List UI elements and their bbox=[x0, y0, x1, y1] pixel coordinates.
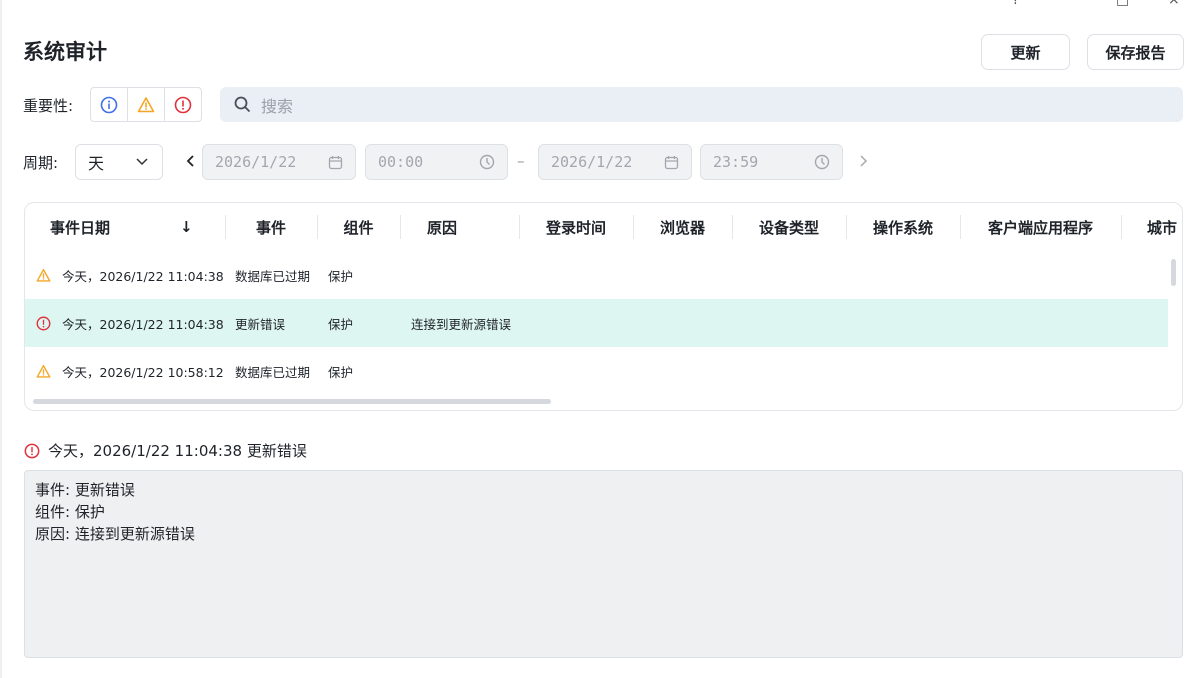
calendar-icon bbox=[664, 155, 679, 169]
table-row[interactable]: 今天，2026/1/22 10:58:12 数据库已过期 保护 bbox=[25, 347, 1168, 395]
column-header-browser[interactable]: 浏览器 bbox=[633, 203, 732, 251]
error-icon bbox=[24, 443, 40, 458]
close-button[interactable]: × bbox=[1168, 0, 1180, 8]
info-icon bbox=[100, 96, 118, 113]
start-date-value: 2026/1/22 bbox=[215, 153, 297, 171]
detail-line-reason: 原因: 连接到更新源错误 bbox=[35, 525, 195, 543]
vertical-scrollbar[interactable] bbox=[1171, 259, 1176, 286]
page-title: 系统审计 bbox=[23, 40, 107, 64]
column-header-component[interactable]: 组件 bbox=[317, 203, 400, 251]
cell-component: 保护 bbox=[328, 316, 354, 332]
sort-desc-icon: ↓ bbox=[180, 218, 193, 236]
cell-date: 今天，2026/1/22 11:04:38 bbox=[62, 316, 224, 332]
severity-label: 重要性: bbox=[23, 97, 74, 115]
column-header-city[interactable]: 城市 bbox=[1121, 203, 1182, 251]
refresh-button[interactable]: 更新 bbox=[981, 34, 1070, 70]
warning-icon bbox=[36, 268, 51, 282]
error-icon bbox=[174, 96, 192, 113]
cell-event: 更新错误 bbox=[235, 316, 286, 332]
severity-error-toggle[interactable] bbox=[164, 87, 202, 122]
severity-warning-toggle[interactable] bbox=[127, 87, 165, 122]
column-header-login-time[interactable]: 登录时间 bbox=[519, 203, 633, 251]
table-row-selected[interactable]: 今天，2026/1/22 11:04:38 更新错误 保护 连接到更新源错误 bbox=[25, 299, 1168, 347]
period-value: 天 bbox=[88, 154, 105, 173]
detail-header: 今天，2026/1/22 11:04:38 更新错误 bbox=[24, 440, 307, 461]
severity-info-toggle[interactable] bbox=[90, 87, 128, 122]
calendar-icon bbox=[328, 155, 343, 169]
cell-event: 数据库已过期 bbox=[235, 268, 311, 284]
start-time-value: 00:00 bbox=[378, 153, 424, 171]
column-header-os[interactable]: 操作系统 bbox=[846, 203, 960, 251]
start-date-input[interactable]: 2026/1/22 bbox=[202, 144, 356, 180]
column-header-event[interactable]: 事件 bbox=[225, 203, 317, 251]
table-row[interactable]: 今天，2026/1/22 11:04:38 数据库已过期 保护 bbox=[25, 251, 1168, 299]
period-select[interactable]: 天 bbox=[75, 144, 163, 180]
chevron-down-icon bbox=[136, 158, 148, 166]
column-header-event-date[interactable]: 事件日期 ↓ bbox=[25, 203, 225, 251]
detail-line-event: 事件: 更新错误 bbox=[35, 481, 135, 499]
cell-component: 保护 bbox=[328, 268, 354, 284]
save-report-button[interactable]: 保存报告 bbox=[1087, 34, 1184, 70]
search-placeholder: 搜索 bbox=[261, 96, 294, 116]
detail-textarea[interactable]: 事件: 更新错误 组件: 保护 原因: 连接到更新源错误 bbox=[24, 470, 1183, 658]
cell-reason: 连接到更新源错误 bbox=[411, 316, 512, 332]
help-button[interactable]: ? bbox=[1012, 0, 1019, 8]
prev-period-button[interactable] bbox=[186, 154, 196, 168]
period-label: 周期: bbox=[23, 154, 59, 172]
cell-date: 今天，2026/1/22 11:04:38 bbox=[62, 268, 224, 284]
cell-component: 保护 bbox=[328, 364, 354, 380]
cell-date: 今天，2026/1/22 10:58:12 bbox=[62, 364, 224, 380]
clock-icon bbox=[814, 154, 830, 170]
warning-icon bbox=[137, 96, 155, 112]
next-period-button[interactable] bbox=[858, 154, 868, 168]
cell-event: 数据库已过期 bbox=[235, 364, 311, 380]
search-input[interactable]: 搜索 bbox=[220, 87, 1183, 122]
end-date-value: 2026/1/22 bbox=[551, 153, 633, 171]
clock-icon bbox=[479, 154, 495, 170]
audit-table: 事件日期 ↓ 事件 组件 原因 登录时间 浏览器 设备类型 操作系统 客户端应用程… bbox=[24, 202, 1183, 411]
column-header-device-type[interactable]: 设备类型 bbox=[732, 203, 846, 251]
horizontal-scrollbar[interactable] bbox=[33, 399, 551, 404]
warning-icon bbox=[36, 364, 51, 378]
start-time-input[interactable]: 00:00 bbox=[365, 144, 508, 180]
search-icon bbox=[234, 96, 251, 113]
detail-line-component: 组件: 保护 bbox=[35, 503, 105, 521]
range-dash: – bbox=[517, 152, 525, 170]
end-time-input[interactable]: 23:59 bbox=[700, 144, 843, 180]
end-date-input[interactable]: 2026/1/22 bbox=[538, 144, 692, 180]
column-header-reason[interactable]: 原因 bbox=[400, 203, 519, 251]
end-time-value: 23:59 bbox=[713, 153, 759, 171]
maximize-button[interactable]: □ bbox=[1116, 0, 1129, 8]
detail-title: 今天，2026/1/22 11:04:38 更新错误 bbox=[48, 442, 307, 460]
column-header-client-app[interactable]: 客户端应用程序 bbox=[960, 203, 1121, 251]
error-icon bbox=[36, 316, 51, 330]
